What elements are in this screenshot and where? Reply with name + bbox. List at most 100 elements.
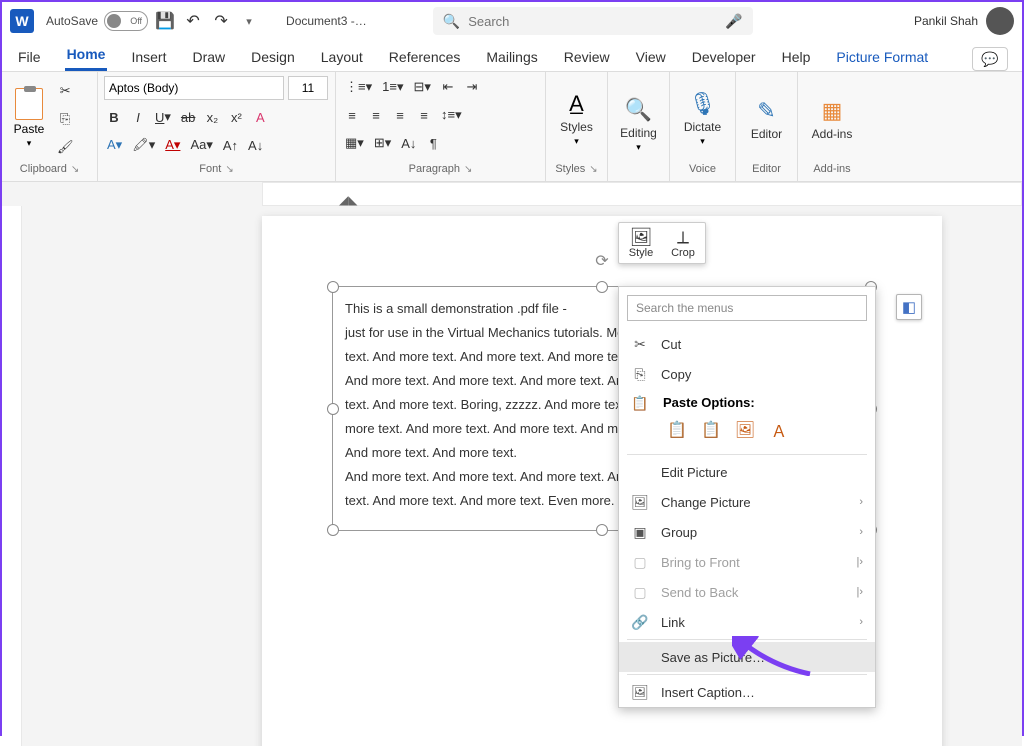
font-color-button[interactable]: A▾ [162,134,183,156]
subscript-button[interactable]: x₂ [202,106,222,128]
show-marks-button[interactable]: ¶ [423,132,443,154]
tab-draw[interactable]: Draw [190,43,227,71]
shading-button[interactable]: ▦▾ [342,132,367,154]
italic-button[interactable]: I [128,106,148,128]
page[interactable]: 🖼 Style ⟂ Crop ◧ ⟳ This is a small demo [262,216,942,746]
copy-icon[interactable]: ⎘ [54,108,77,130]
vertical-ruler[interactable] [2,206,22,746]
undo-icon[interactable]: ↶ [182,10,204,32]
title-bar: W AutoSave Off 💾 ↶ ↷ ▾ Document3 -… 🔍 🎤 … [2,2,1022,40]
tab-help[interactable]: Help [780,43,813,71]
layout-options-button[interactable]: ◧ [896,294,922,320]
rotate-handle[interactable]: ⟳ [592,251,612,271]
tab-developer[interactable]: Developer [690,43,758,71]
paste-button[interactable]: Paste ▾ [8,88,50,149]
user-account[interactable]: Pankil Shah [914,7,1014,35]
editing-button[interactable]: 🔍 Editing ▾ [614,92,663,157]
tab-view[interactable]: View [634,43,668,71]
ribbon-tabs: File Home Insert Draw Design Layout Refe… [2,40,1022,72]
borders-button[interactable]: ⊞▾ [371,132,394,154]
align-center-button[interactable]: ≡ [366,104,386,126]
clipboard-launcher[interactable]: ↘ [71,164,79,175]
group-icon: ▣ [631,524,649,541]
paragraph-launcher[interactable]: ↘ [464,164,472,175]
justify-button[interactable]: ≡ [414,104,434,126]
format-painter-icon[interactable]: 🖌 [54,136,77,158]
highlight-button[interactable]: 🖍▾ [129,134,158,156]
underline-button[interactable]: U▾ [152,106,174,128]
resize-handle-s[interactable] [596,524,608,536]
text-effects-button[interactable]: A▾ [104,134,125,156]
qat-dropdown-icon[interactable]: ▾ [238,10,260,32]
menu-search-input[interactable]: Search the menus [627,295,867,321]
paste-options-row: 📋 📋 🖼 Ａ [619,412,875,452]
tab-design[interactable]: Design [249,43,297,71]
addins-button[interactable]: ▦ Add-ins [804,93,860,145]
font-name-select[interactable] [104,76,284,100]
change-case-button[interactable]: Aa▾ [187,134,215,156]
paste-picture[interactable]: 🖼 [731,416,759,444]
style-gallery-button[interactable]: 🖼 Style [623,227,659,259]
bullets-button[interactable]: ⋮≡▾ [342,76,375,98]
cut-icon[interactable]: ✂ [54,80,77,102]
menu-copy[interactable]: ⎘ Copy [619,359,875,389]
crop-button[interactable]: ⟂ Crop [665,227,701,259]
autosave-toggle[interactable]: Off [104,11,148,31]
comments-button[interactable]: 💬 [972,47,1008,71]
tab-file[interactable]: File [16,43,43,71]
resize-handle-nw[interactable] [327,281,339,293]
tab-mailings[interactable]: Mailings [484,43,539,71]
tab-stop-marker[interactable]: ◢◣ [339,193,357,207]
tab-review[interactable]: Review [562,43,612,71]
copy-icon: ⎘ [631,366,649,383]
styles-button[interactable]: A̲ Styles ▾ [552,86,601,151]
document-title[interactable]: Document3 -… [286,14,367,28]
editor-icon: ✎ [753,97,781,125]
paste-keep-source[interactable]: 📋 [663,416,691,444]
menu-group[interactable]: ▣ Group › [619,517,875,547]
editor-button[interactable]: ✎ Editor [742,93,791,145]
styles-launcher[interactable]: ↘ [589,164,597,175]
font-launcher[interactable]: ↘ [225,164,233,175]
paste-text-only[interactable]: Ａ [765,416,793,444]
save-icon[interactable]: 💾 [154,10,176,32]
tab-layout[interactable]: Layout [319,43,365,71]
line-spacing-button[interactable]: ↕≡▾ [438,104,465,126]
microphone-icon[interactable]: 🎤 [725,13,742,30]
redo-icon[interactable]: ↷ [210,10,232,32]
tab-home[interactable]: Home [65,40,108,71]
ribbon: Paste ▾ ✂ ⎘ 🖌 Clipboard↘ B I U▾ ab x₂ [2,72,1022,182]
menu-insert-caption[interactable]: 🖼 Insert Caption… [619,677,875,707]
align-right-button[interactable]: ≡ [390,104,410,126]
menu-cut[interactable]: ✂ Cut [619,329,875,359]
search-input[interactable] [468,14,717,29]
tab-references[interactable]: References [387,43,463,71]
resize-handle-n[interactable] [596,281,608,293]
increase-indent-button[interactable]: ⇥ [462,76,482,98]
menu-edit-picture[interactable]: Edit Picture [619,457,875,487]
menu-link[interactable]: 🔗 Link › [619,607,875,637]
numbering-button[interactable]: 1≡▾ [379,76,406,98]
grow-font-button[interactable]: A↑ [220,134,241,156]
link-icon: 🔗 [631,614,649,631]
resize-handle-w[interactable] [327,403,339,415]
paste-merge[interactable]: 📋 [697,416,725,444]
toggle-knob [107,14,121,28]
bold-button[interactable]: B [104,106,124,128]
menu-change-picture[interactable]: 🖼 Change Picture › [619,487,875,517]
resize-handle-sw[interactable] [327,524,339,536]
strikethrough-button[interactable]: ab [178,106,198,128]
font-size-select[interactable] [288,76,328,100]
multilevel-list-button[interactable]: ⊟▾ [410,76,433,98]
sort-button[interactable]: A↓ [398,132,419,154]
dictate-button[interactable]: 🎙 Dictate ▾ [676,86,729,151]
decrease-indent-button[interactable]: ⇤ [438,76,458,98]
align-left-button[interactable]: ≡ [342,104,362,126]
tab-insert[interactable]: Insert [129,43,168,71]
shrink-font-button[interactable]: A↓ [245,134,266,156]
superscript-button[interactable]: x² [226,106,246,128]
search-box[interactable]: 🔍 🎤 [433,7,753,35]
clear-formatting-button[interactable]: A [250,106,270,128]
horizontal-ruler[interactable]: ◢◣ [2,182,1022,206]
tab-picture-format[interactable]: Picture Format [834,43,930,71]
